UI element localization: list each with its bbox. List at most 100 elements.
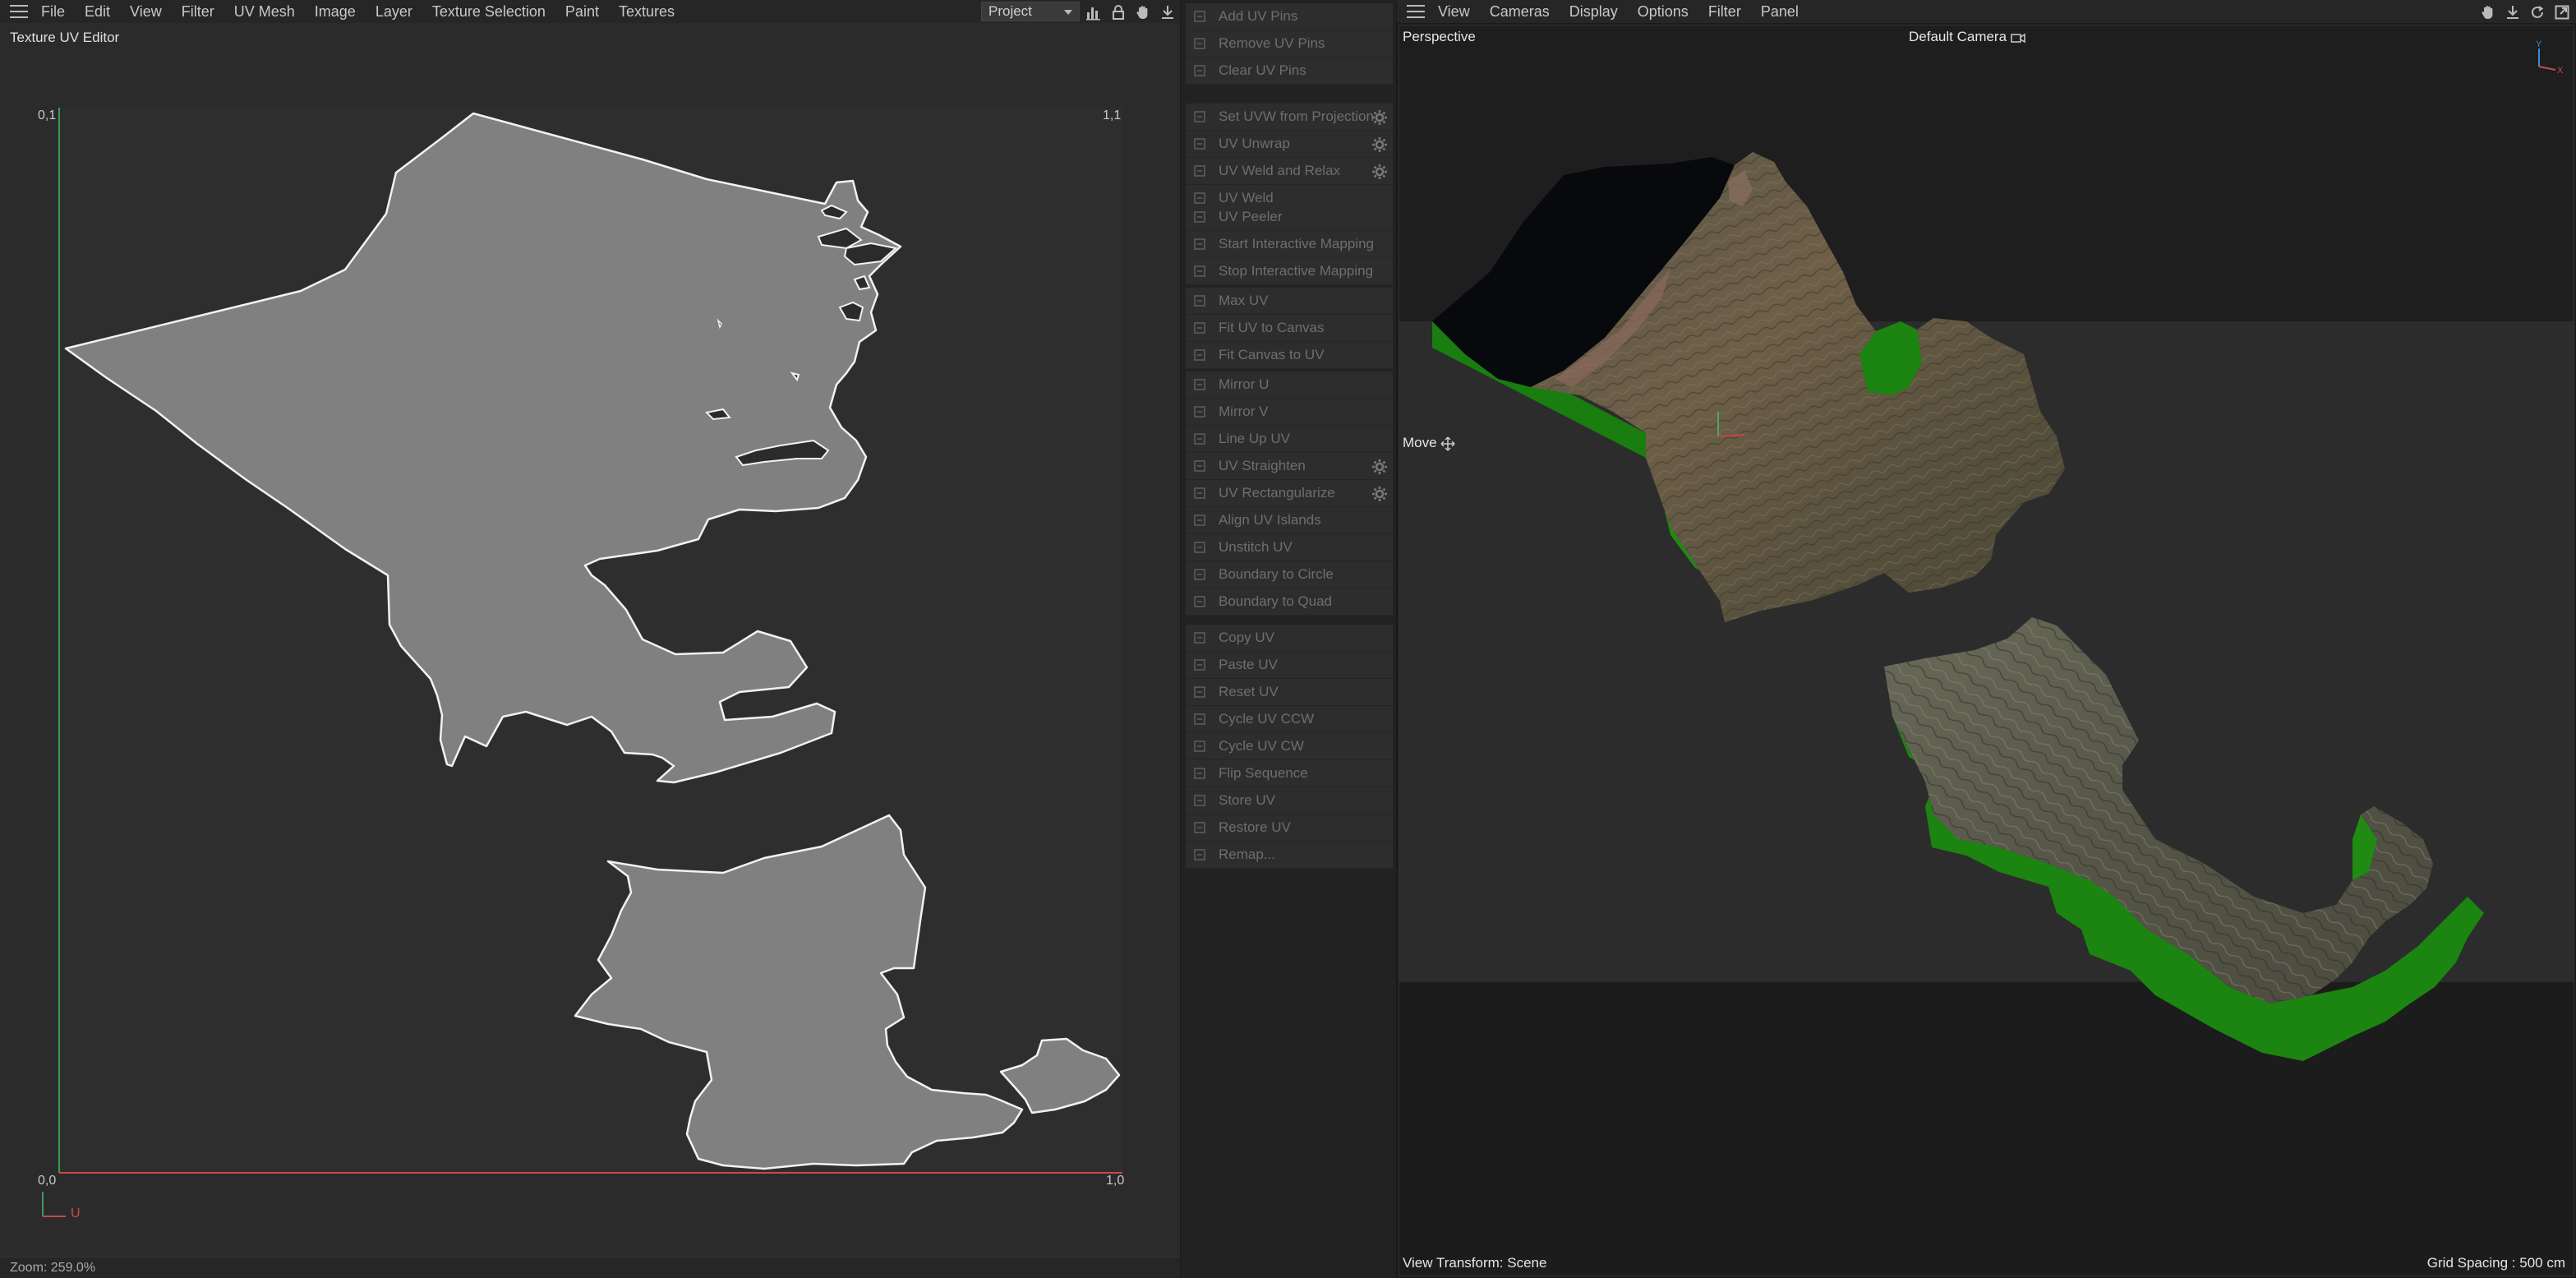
circle-icon xyxy=(1192,567,1207,582)
command-boundary-to-quad[interactable]: Boundary to Quad xyxy=(1186,588,1393,616)
command-cycle-uv-cw[interactable]: Cycle UV CW xyxy=(1186,733,1393,760)
command-uv-weld-and-relax[interactable]: UV Weld and Relax xyxy=(1186,158,1393,185)
mirror-u-icon xyxy=(1192,377,1207,392)
remap-icon xyxy=(1192,847,1207,862)
command-store-uv[interactable]: Store UV xyxy=(1186,787,1393,814)
command-label: Add UV Pins xyxy=(1219,8,1298,24)
command-label: Fit UV to Canvas xyxy=(1219,320,1325,335)
menu-filter[interactable]: Filter xyxy=(182,3,214,21)
menu-texture-selection[interactable]: Texture Selection xyxy=(432,3,546,21)
command-start-interactive-mapping[interactable]: Start Interactive Mapping xyxy=(1186,231,1393,258)
active-tool-label: Move xyxy=(1403,435,1455,451)
command-set-uvw-from-projection[interactable]: Set UVW from Projection xyxy=(1186,104,1393,131)
command-restore-uv[interactable]: Restore UV xyxy=(1186,814,1393,842)
hand-icon[interactable] xyxy=(1134,3,1152,21)
menu-uv-mesh[interactable]: UV Mesh xyxy=(234,3,295,21)
command-stop-interactive-mapping[interactable]: Stop Interactive Mapping xyxy=(1186,258,1393,285)
viewport-camera-label[interactable]: Default Camera xyxy=(1909,29,2025,45)
gizmo-y-label: Y xyxy=(2536,39,2542,49)
vp-menu-options[interactable]: Options xyxy=(1638,3,1689,21)
command-label: Cycle UV CCW xyxy=(1219,711,1315,727)
command-uv-rectangularize[interactable]: UV Rectangularize xyxy=(1186,480,1393,507)
command-line-up-uv[interactable]: Line Up UV xyxy=(1186,426,1393,453)
vp-menu-view[interactable]: View xyxy=(1438,3,1470,21)
command-label: UV Weld and Relax xyxy=(1219,163,1341,178)
histogram-icon[interactable] xyxy=(1085,3,1103,21)
command-add-uv-pins[interactable]: Add UV Pins xyxy=(1186,3,1393,30)
command-cycle-uv-ccw[interactable]: Cycle UV CCW xyxy=(1186,706,1393,733)
command-align-uv-islands[interactable]: Align UV Islands xyxy=(1186,507,1393,534)
command-label: UV Peeler xyxy=(1219,209,1283,224)
gear-icon[interactable] xyxy=(1371,459,1388,475)
play-icon xyxy=(1192,237,1207,251)
camera-icon xyxy=(2011,33,2025,43)
axis-gizmo-icon: Y X xyxy=(2536,39,2564,76)
uv-editor-title: Texture UV Editor xyxy=(10,30,120,45)
move-icon[interactable] xyxy=(2504,3,2522,21)
uv-command-group: Mirror U Mirror V Line Up UV UV Straighten U… xyxy=(1186,371,1393,616)
menu-image[interactable]: Image xyxy=(315,3,356,21)
command-uv-straighten[interactable]: UV Straighten xyxy=(1186,453,1393,480)
maximize-icon[interactable] xyxy=(2553,3,2571,21)
uv-canvas[interactable]: 0,1 1,1 0,0 1,0 U xyxy=(0,49,1180,1253)
command-flip-sequence[interactable]: Flip Sequence xyxy=(1186,760,1393,787)
menu-layer[interactable]: Layer xyxy=(376,3,412,21)
menu-file[interactable]: File xyxy=(41,3,65,21)
menu-view[interactable]: View xyxy=(130,3,162,21)
vp-menu-display[interactable]: Display xyxy=(1569,3,1618,21)
vp-menu-panel[interactable]: Panel xyxy=(1761,3,1799,21)
command-clear-uv-pins[interactable]: Clear UV Pins xyxy=(1186,58,1393,85)
command-label: Flip Sequence xyxy=(1219,765,1308,781)
vp-menu-cameras[interactable]: Cameras xyxy=(1490,3,1550,21)
projection-icon xyxy=(1192,109,1207,124)
command-fit-uv-to-canvas[interactable]: Fit UV to Canvas xyxy=(1186,315,1393,342)
command-label: Fit Canvas to UV xyxy=(1219,347,1325,362)
command-max-uv[interactable]: Max UV xyxy=(1186,288,1393,315)
command-remove-uv-pins[interactable]: Remove UV Pins xyxy=(1186,30,1393,58)
vp-menu-filter[interactable]: Filter xyxy=(1708,3,1741,21)
pin-add-icon xyxy=(1192,9,1207,24)
viewport-scene-svg[interactable] xyxy=(1399,25,2574,1276)
command-unstitch-uv[interactable]: Unstitch UV xyxy=(1186,534,1393,561)
command-boundary-to-circle[interactable]: Boundary to Circle xyxy=(1186,561,1393,588)
active-tool-name: Move xyxy=(1403,435,1437,450)
menu-textures[interactable]: Textures xyxy=(619,3,675,21)
command-mirror-v[interactable]: Mirror V xyxy=(1186,399,1393,426)
reset-icon xyxy=(1192,685,1207,699)
camera-name: Default Camera xyxy=(1909,29,2007,44)
menu-paint[interactable]: Paint xyxy=(565,3,599,21)
command-label: Mirror U xyxy=(1219,376,1270,392)
command-copy-uv[interactable]: Copy UV xyxy=(1186,625,1393,652)
command-mirror-u[interactable]: Mirror U xyxy=(1186,371,1393,399)
gear-icon[interactable] xyxy=(1371,486,1388,502)
viewport-menu-hamburger-icon[interactable] xyxy=(1407,5,1425,18)
gear-icon[interactable] xyxy=(1371,164,1388,180)
uv-menu-hamburger-icon[interactable] xyxy=(10,5,28,18)
rotate-icon[interactable] xyxy=(2528,3,2546,21)
command-label: UV Straighten xyxy=(1219,458,1306,473)
command-uv-unwrap[interactable]: UV Unwrap xyxy=(1186,131,1393,158)
line-up-icon xyxy=(1192,431,1207,446)
viewport-projection-label[interactable]: Perspective xyxy=(1403,29,1476,45)
perspective-viewport[interactable]: Perspective Default Camera Move Y X View… xyxy=(1399,25,2574,1276)
copy-icon xyxy=(1192,630,1207,645)
unwrap-icon xyxy=(1192,136,1207,151)
uv-canvas-svg[interactable] xyxy=(0,49,1180,1253)
gear-icon[interactable] xyxy=(1371,109,1388,126)
lock-icon[interactable] xyxy=(1109,3,1127,21)
command-label: Restore UV xyxy=(1219,819,1291,835)
gear-icon[interactable] xyxy=(1371,136,1388,153)
project-dropdown[interactable]: Project xyxy=(981,2,1080,21)
command-remap[interactable]: Remap... xyxy=(1186,842,1393,869)
command-paste-uv[interactable]: Paste UV xyxy=(1186,652,1393,679)
command-reset-uv[interactable]: Reset UV xyxy=(1186,679,1393,706)
command-fit-canvas-to-uv[interactable]: Fit Canvas to UV xyxy=(1186,342,1393,369)
command-uv-peeler[interactable]: UV Peeler xyxy=(1186,204,1393,231)
command-label: Boundary to Circle xyxy=(1219,566,1334,582)
restore-icon xyxy=(1192,820,1207,835)
clear-icon xyxy=(1192,63,1207,78)
pin-icon[interactable] xyxy=(1159,3,1177,21)
command-label: Stop Interactive Mapping xyxy=(1219,263,1374,279)
menu-edit[interactable]: Edit xyxy=(85,3,110,21)
hand-icon[interactable] xyxy=(2479,3,2497,21)
